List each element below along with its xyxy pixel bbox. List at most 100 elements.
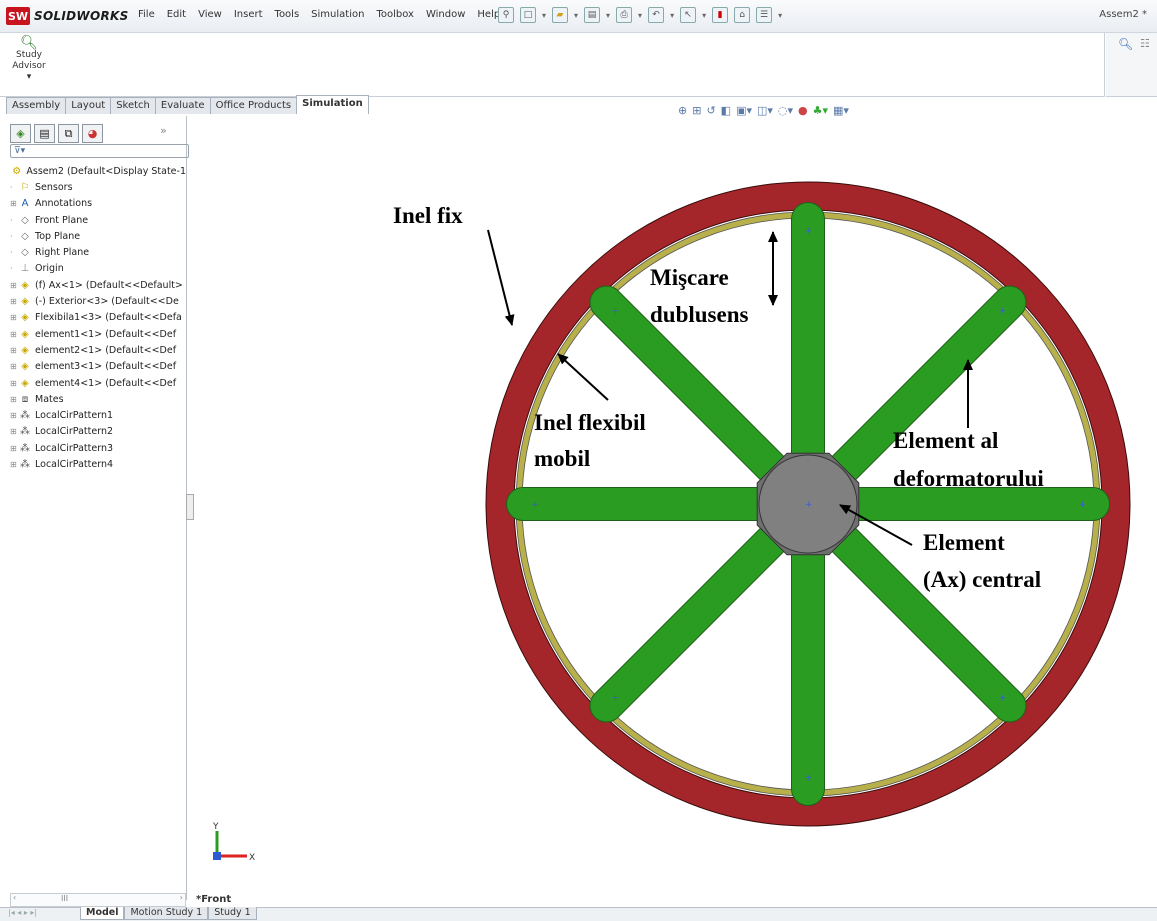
tree-item-label: Flexibila1<3> (Default<<Defa <box>35 312 182 324</box>
expand-plus-icon[interactable]: ⊞ <box>10 346 18 355</box>
tree-item-front-plane[interactable]: · ◇ Front Plane <box>10 212 186 228</box>
expand-plus-icon[interactable]: ⊞ <box>10 444 18 453</box>
rebuild-icon[interactable]: ▮ <box>712 7 729 23</box>
dropdown-icon[interactable]: ▾ <box>638 11 642 20</box>
filter-icon: ⊽▾ <box>14 146 26 156</box>
menu-window[interactable]: Window <box>420 9 471 20</box>
menu-edit[interactable]: Edit <box>161 9 192 20</box>
tree-item-element1-1-default-def[interactable]: ⊞ ◈ element1<1> (Default<<Def <box>10 326 186 342</box>
file-properties-icon[interactable]: ⌂ <box>734 7 751 23</box>
feature-manager-tab-icon[interactable]: ◈ <box>10 124 31 143</box>
tab-office-products[interactable]: Office Products <box>209 97 298 114</box>
study-advisor-button[interactable]: 🔍︎ Study Advisor ▾ <box>6 36 52 83</box>
search-icon[interactable]: 🔍︎ <box>1118 37 1133 51</box>
pattern-icon: ⁂ <box>20 410 30 422</box>
tab-layout[interactable]: Layout <box>65 97 112 114</box>
tree-item-localcirpattern4[interactable]: ⊞ ⁂ LocalCirPattern4 <box>10 456 186 472</box>
bottom-tabs: Model Motion Study 1 Study 1 <box>80 907 257 920</box>
filter-field[interactable]: ⊽▾ <box>10 144 189 158</box>
tree-item-label: Origin <box>35 263 64 275</box>
brand-name: SOLIDWORKS <box>34 9 129 23</box>
options-icon[interactable]: ☰ <box>756 7 773 23</box>
expand-chevron-icon[interactable]: » <box>160 124 167 143</box>
print-icon[interactable]: ⎙ <box>616 7 633 23</box>
expand-plus-icon[interactable]: ⊞ <box>10 460 18 469</box>
expand-plus-icon[interactable]: ⊞ <box>10 411 18 420</box>
property-manager-tab-icon[interactable]: ▤ <box>34 124 55 143</box>
save-icon[interactable]: ▤ <box>584 7 601 23</box>
tree-root-label: Assem2 (Default<Display State-1 <box>26 165 186 177</box>
tree-item-right-plane[interactable]: · ◇ Right Plane <box>10 244 186 260</box>
tab-simulation[interactable]: Simulation <box>296 95 369 114</box>
tree-item-sensors[interactable]: · ⚐ Sensors <box>10 179 186 195</box>
dropdown-icon[interactable]: ▾ <box>574 11 578 20</box>
label-element-1: Element al <box>893 428 999 453</box>
expand-plus-icon[interactable]: ⊞ <box>10 313 18 322</box>
tab-motion-study-1[interactable]: Motion Study 1 <box>124 907 209 920</box>
configuration-manager-tab-icon[interactable]: ⧉ <box>58 124 79 143</box>
tree-item-annotations[interactable]: ⊞ A Annotations <box>10 196 186 212</box>
horizontal-scrollbar[interactable]: ‹ III › <box>10 893 186 907</box>
tab-assembly[interactable]: Assembly <box>6 97 67 114</box>
tree-item-exterior-3-default-de[interactable]: ⊞ ◈ (-) Exterior<3> (Default<<De <box>10 293 186 309</box>
pattern-icon: ⁂ <box>20 458 30 470</box>
tree-item-element3-1-default-def[interactable]: ⊞ ◈ element3<1> (Default<<Def <box>10 359 186 375</box>
label-element-2: deformatorului <box>893 466 1044 491</box>
scroll-right-icon[interactable]: › <box>180 893 183 902</box>
expand-plus-icon[interactable]: ⊞ <box>10 395 18 404</box>
scroll-left-icon[interactable]: ‹ <box>13 893 16 902</box>
dropdown-icon[interactable]: ▾ <box>670 11 674 20</box>
menu-tools[interactable]: Tools <box>269 9 306 20</box>
expand-plus-icon[interactable]: ⊞ <box>10 427 18 436</box>
select-icon[interactable]: ↖ <box>680 7 697 23</box>
tree-item-localcirpattern1[interactable]: ⊞ ⁂ LocalCirPattern1 <box>10 407 186 423</box>
expand-plus-icon[interactable]: ⊞ <box>10 281 18 290</box>
tab-evaluate[interactable]: Evaluate <box>154 97 211 114</box>
menu-simulation[interactable]: Simulation <box>305 9 370 20</box>
chevron-down-icon[interactable]: ▾ <box>27 72 32 82</box>
tree-root[interactable]: ⚙ Assem2 (Default<Display State-1 <box>10 163 186 179</box>
mates-icon: ⧈ <box>21 393 29 405</box>
menu-file[interactable]: File <box>132 9 161 20</box>
scroll-thumb[interactable]: III <box>61 894 68 903</box>
spoke-end-marker: + <box>612 693 620 703</box>
tree-item-localcirpattern2[interactable]: ⊞ ⁂ LocalCirPattern2 <box>10 424 186 440</box>
open-icon[interactable]: ▰ <box>552 7 569 23</box>
menu-view[interactable]: View <box>192 9 228 20</box>
pin-icon[interactable]: ⚲ <box>498 7 514 23</box>
tree-item-mates[interactable]: ⊞ ⧈ Mates <box>10 391 186 407</box>
display-manager-tab-icon[interactable]: ◕ <box>82 124 103 143</box>
solidworks-logo[interactable]: SW SOLIDWORKS <box>6 7 129 25</box>
dropdown-icon[interactable]: ▾ <box>542 11 546 20</box>
part-icon: ◈ <box>21 312 29 324</box>
undo-icon[interactable]: ↶ <box>648 7 665 23</box>
menu-toolbox[interactable]: Toolbox <box>370 9 420 20</box>
graphics-viewport[interactable]: + + + + + + + + + Y X <box>187 116 1157 906</box>
tab-model[interactable]: Model <box>80 907 125 920</box>
tree-item-element2-1-default-def[interactable]: ⊞ ◈ element2<1> (Default<<Def <box>10 342 186 358</box>
tree-item-localcirpattern3[interactable]: ⊞ ⁂ LocalCirPattern3 <box>10 440 186 456</box>
tab-study-1[interactable]: Study 1 <box>208 907 257 920</box>
tree-item-origin[interactable]: · ⊥ Origin <box>10 261 186 277</box>
tree-connector: · <box>10 231 13 241</box>
part-icon: ◈ <box>21 296 29 308</box>
menu-insert[interactable]: Insert <box>228 9 269 20</box>
expand-plus-icon[interactable]: ⊞ <box>10 362 18 371</box>
tab-sketch[interactable]: Sketch <box>110 97 156 114</box>
tree-item-label: Annotations <box>35 198 93 210</box>
dropdown-icon[interactable]: ▾ <box>778 11 782 20</box>
new-document-icon[interactable]: □ <box>520 7 536 23</box>
list-icon[interactable]: ☷ <box>1140 37 1150 50</box>
expand-plus-icon[interactable]: ⊞ <box>10 330 18 339</box>
tree-item-f-ax-1-default-default[interactable]: ⊞ ◈ (f) Ax<1> (Default<<Default> <box>10 277 186 293</box>
dropdown-icon[interactable]: ▾ <box>702 11 706 20</box>
tree-item-top-plane[interactable]: · ◇ Top Plane <box>10 228 186 244</box>
expand-plus-icon[interactable]: ⊞ <box>10 199 18 208</box>
tree-item-flexibila1-3-default-defa[interactable]: ⊞ ◈ Flexibila1<3> (Default<<Defa <box>10 310 186 326</box>
tab-navigation-arrows-icon[interactable]: |◂ ◂ ▸ ▸| <box>8 908 37 917</box>
expand-plus-icon[interactable]: ⊞ <box>10 297 18 306</box>
origin-icon: ⊥ <box>20 263 30 275</box>
expand-plus-icon[interactable]: ⊞ <box>10 379 18 388</box>
tree-item-element4-1-default-def[interactable]: ⊞ ◈ element4<1> (Default<<Def <box>10 375 186 391</box>
dropdown-icon[interactable]: ▾ <box>606 11 610 20</box>
